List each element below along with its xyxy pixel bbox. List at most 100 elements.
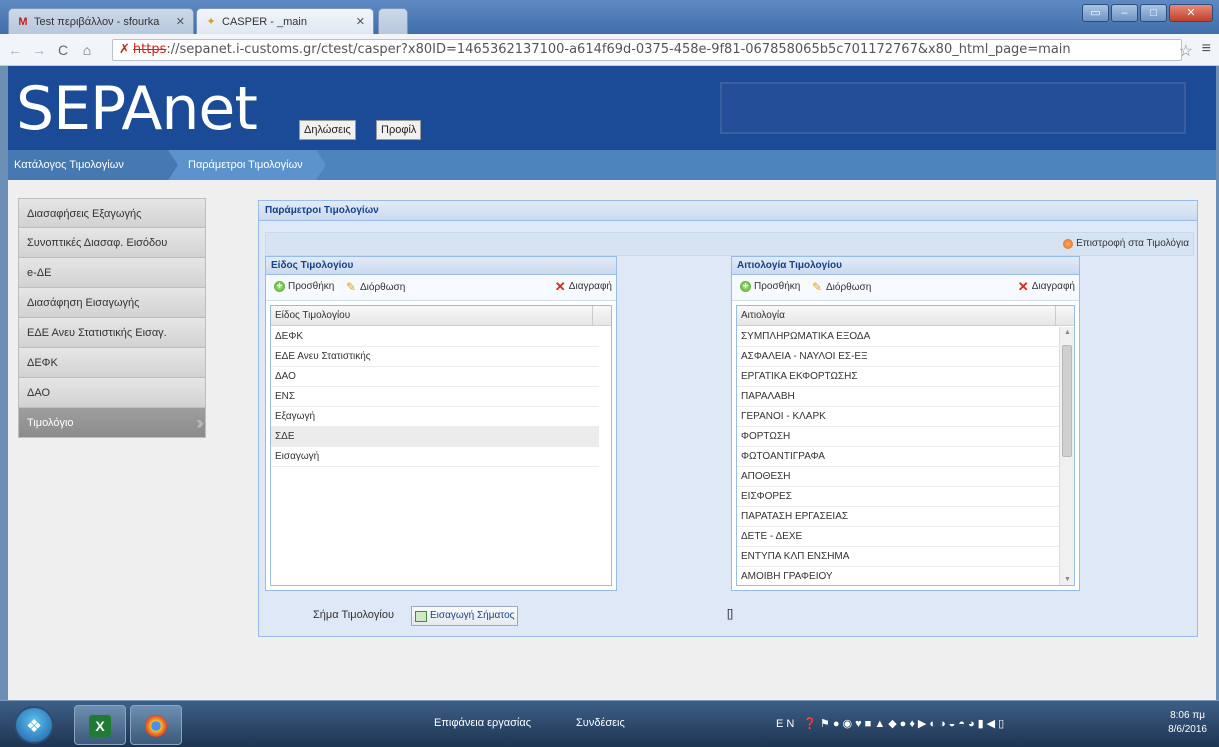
table-row[interactable]: ΕΝΣ xyxy=(271,387,599,407)
scroll-thumb[interactable] xyxy=(1062,345,1072,457)
table-row[interactable]: ΓΕΡΑΝΟΙ - ΚΛΑΡΚ xyxy=(737,407,1061,427)
table-row[interactable]: ΦΩΤΟΑΝΤΙΓΡΑΦΑ xyxy=(737,447,1061,467)
back-to-invoices-link[interactable]: Επιστροφή στα Τιμολόγια xyxy=(1063,238,1189,249)
help-icon[interactable]: ❓ xyxy=(803,718,820,730)
close-tab-icon[interactable]: ✕ xyxy=(176,15,185,28)
table-row[interactable]: ΠΑΡΑΛΑΒΗ xyxy=(737,387,1061,407)
sidebar-item-defk[interactable]: ΔΕΦΚ xyxy=(18,348,206,378)
bookmark-star-icon[interactable]: ☆ xyxy=(1179,41,1193,61)
image-icon xyxy=(415,610,427,622)
clock[interactable]: 8:06 πμ 8/6/2016 xyxy=(1168,709,1207,737)
scroll-down-icon[interactable]: ▼ xyxy=(1060,576,1074,583)
sidebar-item-e-de[interactable]: e-ΔΕ xyxy=(18,258,206,288)
table-row[interactable]: ΑΣΦΑΛΕΙΑ - ΝΑΥΛΟΙ ΕΣ-ΕΞ xyxy=(737,347,1061,367)
app-logo: SEPAnet xyxy=(16,74,258,144)
language-indicator[interactable]: EN xyxy=(776,718,797,730)
links-toolbar[interactable]: Συνδέσεις xyxy=(576,717,625,729)
header-info-box xyxy=(720,82,1186,134)
table-row[interactable]: ΠΑΡΑΤΑΣΗ ΕΡΓΑΣΕΙΑΣ xyxy=(737,507,1061,527)
sidebar-item-entry-summary[interactable]: Συνοπτικές Διασαφ. Εισόδου xyxy=(18,228,206,258)
column-header[interactable]: Είδος Τιμολογίου xyxy=(271,306,611,326)
scroll-up-icon[interactable]: ▲ xyxy=(1060,329,1074,336)
table-row[interactable]: ΑΠΟΘΕΣΗ xyxy=(737,467,1061,487)
forward-icon[interactable]: → xyxy=(30,42,48,58)
grid-rows: ΔΕΦΚ ΕΔΕ Ανευ Στατιστικής ΔΑΟ ΕΝΣ Εξαγωγ… xyxy=(271,327,599,585)
chrome-taskbar-button[interactable] xyxy=(130,705,182,745)
url-scheme: https xyxy=(132,42,167,57)
grid-title: Αιτιολογία Τιμολογίου xyxy=(732,257,1079,275)
sidebar-item-import-declaration[interactable]: Διασάφηση Εισαγωγής xyxy=(18,288,206,318)
close-tab-icon[interactable]: ✕ xyxy=(356,15,365,28)
add-label: Προσθήκη xyxy=(754,281,801,292)
breadcrumb-label: Παράμετροι Τιμολογίων xyxy=(188,159,303,171)
sidebar-item-dao[interactable]: ΔΑΟ xyxy=(18,378,206,408)
browser-tab-casper[interactable]: ✦ CASPER - _main ✕ xyxy=(196,8,374,34)
maximize-icon[interactable]: □ xyxy=(1140,4,1167,22)
tray-icons[interactable]: ⚑●◉♥■▲◆●♦▶◐◑◒◓◕▮◀▯ xyxy=(820,718,1007,730)
table-row[interactable]: ΦΟΡΤΩΣΗ xyxy=(737,427,1061,447)
table-row[interactable]: Εισαγωγή xyxy=(271,447,599,467)
column-header[interactable]: Αιτιολογία xyxy=(737,306,1074,326)
grid-scrollbar[interactable]: ▲ ▼ xyxy=(1059,327,1074,585)
screen-icon[interactable]: ▭ xyxy=(1082,4,1109,22)
table-row[interactable]: ΣΔΕ xyxy=(271,427,599,447)
table-row[interactable]: ΕΝΤΥΠΑ ΚΛΠ ΕΝΣΗΜΑ xyxy=(737,547,1061,567)
invoice-reason-grid: Αιτιολογία Τιμολογίου + Προσθήκη ✎ Διόρθωσ… xyxy=(731,256,1080,591)
table-row[interactable]: ΔΑΟ xyxy=(271,367,599,387)
minimize-icon[interactable]: – xyxy=(1111,4,1138,22)
table-row[interactable]: ΕΡΓΑΤΙΚΑ ΕΚΦΟΡΤΩΣΗΣ xyxy=(737,367,1061,387)
table-row[interactable]: ΣΥΜΠΛΗΡΩΜΑΤΙΚΑ ΕΞΟΔΑ xyxy=(737,327,1061,347)
back-icon xyxy=(1063,238,1074,249)
invoice-type-grid: Είδος Τιμολογίου + Προσθήκη ✎ Διόρθωση ✕ Δι… xyxy=(265,256,617,591)
grid-body: Αιτιολογία ΣΥΜΠΛΗΡΩΜΑΤΙΚΑ ΕΞΟΔΑ ΑΣΦΑΛΕΙΑ… xyxy=(736,305,1075,586)
column-header-label: Είδος Τιμολογίου xyxy=(275,310,351,321)
excel-taskbar-button[interactable]: X xyxy=(74,705,126,745)
breadcrumb-arrow xyxy=(316,150,326,180)
breadcrumb-item-invoice-catalog[interactable]: Κατάλογος Τιμολογίων xyxy=(8,150,178,180)
table-row[interactable]: Εξαγωγή xyxy=(271,407,599,427)
table-row[interactable]: ΕΙΣΦΟΡΕΣ xyxy=(737,487,1061,507)
new-tab-button[interactable] xyxy=(378,8,408,34)
excel-icon: X xyxy=(89,715,111,737)
start-button[interactable]: ❖ xyxy=(14,706,54,744)
page-content: Διασαφήσεις Εξαγωγής Συνοπτικές Διασαφ. … xyxy=(8,180,1216,700)
edit-button[interactable]: ✎ Διόρθωση xyxy=(346,281,405,293)
table-row[interactable]: ΔΕΦΚ xyxy=(271,327,599,347)
declarations-button[interactable]: Δηλώσεις xyxy=(299,120,356,140)
panel-title: Παράμετροι Τιμολογίων xyxy=(259,201,1197,221)
sidebar-item-export-declarations[interactable]: Διασαφήσεις Εξαγωγής xyxy=(18,198,206,228)
desktop-toolbar[interactable]: Επιφάνεια εργασίας xyxy=(434,717,531,729)
sidebar-item-invoice[interactable]: Τιμολόγιο ››› xyxy=(18,408,206,438)
edit-button[interactable]: ✎ Διόρθωση xyxy=(812,281,871,293)
taskbar: ❖ X Επιφάνεια εργασίας Συνδέσεις EN ❓⚑●◉… xyxy=(0,700,1219,747)
delete-button[interactable]: ✕ Διαγραφή xyxy=(1018,280,1075,293)
table-row[interactable]: ΔΕΤΕ - ΔΕΧΕ xyxy=(737,527,1061,547)
close-window-icon[interactable]: ✕ xyxy=(1169,4,1213,22)
edit-label: Διόρθωση xyxy=(360,281,406,293)
panel-toolbar: Επιστροφή στα Τιμολόγια xyxy=(265,232,1194,256)
add-button[interactable]: + Προσθήκη xyxy=(740,281,800,292)
sidebar-item-label: Συνοπτικές Διασαφ. Εισόδου xyxy=(27,237,168,249)
delete-button[interactable]: ✕ Διαγραφή xyxy=(555,280,612,293)
back-icon[interactable]: ← xyxy=(6,42,24,58)
grid-rows: ΣΥΜΠΛΗΡΩΜΑΤΙΚΑ ΕΞΟΔΑ ΑΣΦΑΛΕΙΑ - ΝΑΥΛΟΙ Ε… xyxy=(737,327,1061,585)
menu-icon[interactable]: ≡ xyxy=(1202,40,1211,58)
pencil-icon: ✎ xyxy=(346,280,357,294)
url-field[interactable]: ✗ https://sepanet.i-customs.gr/ctest/casp… xyxy=(112,39,1182,61)
breadcrumb-item-invoice-params[interactable]: Παράμετροι Τιμολογίων xyxy=(168,150,326,180)
add-button[interactable]: + Προσθήκη xyxy=(274,281,334,292)
gmail-icon: M xyxy=(18,15,28,28)
windows-icon: ❖ xyxy=(26,716,43,736)
reload-icon[interactable]: C xyxy=(54,42,72,58)
column-separator xyxy=(1055,306,1056,326)
chevron-right-icon: ››› xyxy=(196,413,204,433)
table-row[interactable]: ΑΜΟΙΒΗ ΓΡΑΦΕΙΟΥ xyxy=(737,567,1061,585)
sidebar-item-ede-import[interactable]: ΕΔΕ Ανευ Στατιστικής Εισαγ. xyxy=(18,318,206,348)
table-row[interactable]: ΕΔΕ Ανευ Στατιστικής xyxy=(271,347,599,367)
browser-tab-gmail[interactable]: M Test περιβάλλον - sfourka ✕ xyxy=(8,8,194,34)
delete-label: Διαγραφή xyxy=(568,281,612,292)
casper-icon: ✦ xyxy=(206,15,216,28)
home-icon[interactable]: ⌂ xyxy=(78,42,96,58)
insert-sign-button[interactable]: Εισαγωγή Σήματος xyxy=(411,606,519,626)
profile-button[interactable]: Προφίλ xyxy=(376,120,422,140)
